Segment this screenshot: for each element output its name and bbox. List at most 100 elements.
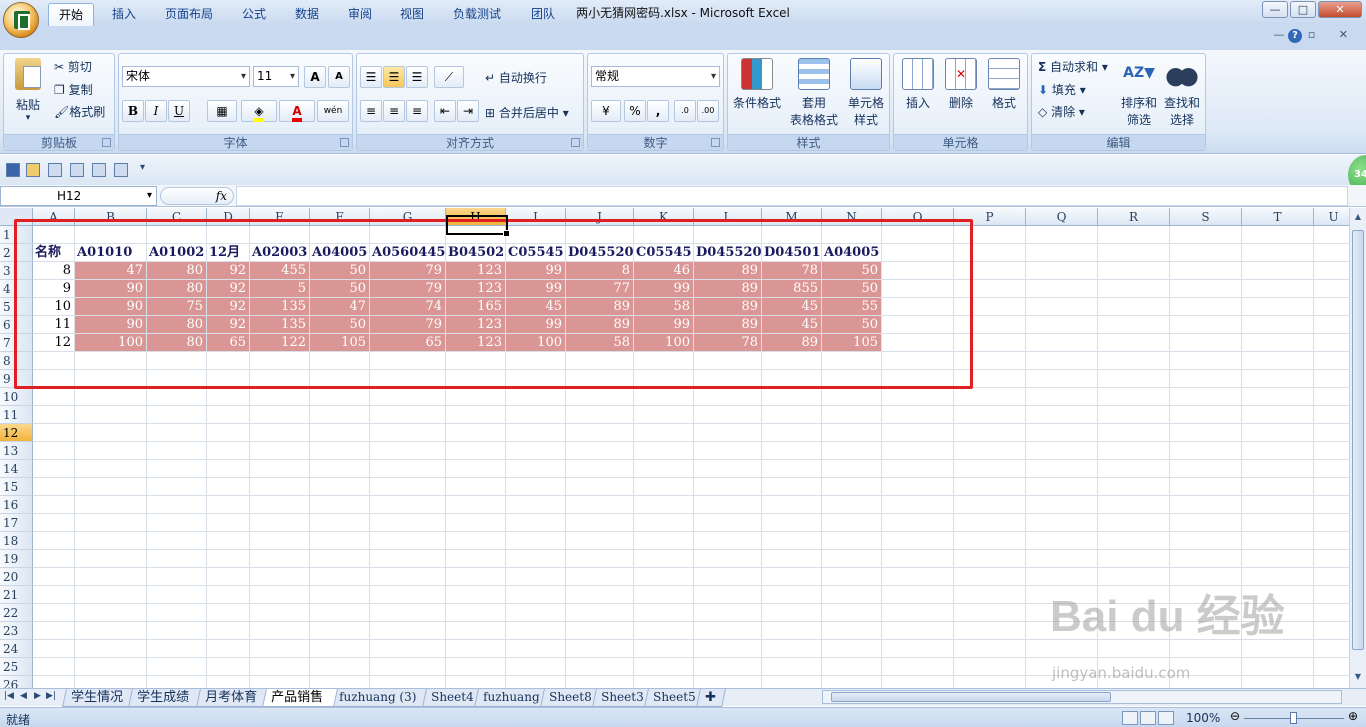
cell-e2[interactable]: A02003 (250, 244, 310, 262)
cell-g4[interactable]: 79 (370, 280, 446, 298)
clipboard-launcher-icon[interactable] (102, 138, 111, 147)
column-header-g[interactable]: G (370, 208, 446, 226)
cell-a7[interactable]: 12 (33, 334, 75, 352)
column-header-k[interactable]: K (634, 208, 694, 226)
font-color-button[interactable]: A (279, 100, 315, 122)
cell-j4[interactable]: 77 (566, 280, 634, 298)
zoom-slider-knob[interactable] (1290, 712, 1297, 724)
first-sheet-icon[interactable]: |◀ (4, 691, 14, 701)
increase-indent-button[interactable]: ⇥ (457, 100, 479, 122)
copy-button[interactable]: ❐ 复制 (54, 81, 93, 98)
scroll-down-icon[interactable]: ▼ (1352, 672, 1364, 684)
format-cells-button[interactable]: 格式 (983, 58, 1025, 111)
cell-a2[interactable]: 名称 (33, 244, 75, 262)
row-header-4[interactable]: 4 (0, 280, 33, 298)
cell-b4[interactable]: 90 (75, 280, 147, 298)
cell-e7[interactable]: 122 (250, 334, 310, 352)
delete-cells-button[interactable]: ✕ 删除 (940, 58, 982, 111)
cell-a6[interactable]: 11 (33, 316, 75, 334)
cell-k6[interactable]: 99 (634, 316, 694, 334)
cell-a4[interactable]: 9 (33, 280, 75, 298)
cell-f6[interactable]: 50 (310, 316, 370, 334)
row-header-18[interactable]: 18 (0, 532, 33, 550)
cell-c2[interactable]: A01002 (147, 244, 207, 262)
row-header-9[interactable]: 9 (0, 370, 33, 388)
column-header-f[interactable]: F (310, 208, 370, 226)
font-name-select[interactable]: 宋体 (122, 66, 250, 87)
cell-f4[interactable]: 50 (310, 280, 370, 298)
cell-e3[interactable]: 455 (250, 262, 310, 280)
cell-i3[interactable]: 99 (506, 262, 566, 280)
cell-d5[interactable]: 92 (207, 298, 250, 316)
row-header-19[interactable]: 19 (0, 550, 33, 568)
cell-n2[interactable]: A04005 (822, 244, 882, 262)
cell-m2[interactable]: D04501 (762, 244, 822, 262)
sheet-tab-4[interactable]: fuzhuang (3) (330, 689, 430, 707)
print-preview-icon[interactable] (70, 163, 84, 177)
row-header-14[interactable]: 14 (0, 460, 33, 478)
row-header-5[interactable]: 5 (0, 298, 33, 316)
column-header-i[interactable]: I (506, 208, 566, 226)
cell-d2[interactable]: 12月 (207, 244, 250, 262)
sheet-tab-9[interactable]: Sheet5 (644, 689, 704, 707)
borders-button[interactable]: ▦ (207, 100, 237, 122)
decrease-decimal-button[interactable]: .00 (697, 100, 719, 122)
cell-a5[interactable]: 10 (33, 298, 75, 316)
column-header-j[interactable]: J (566, 208, 634, 226)
active-cell-cursor[interactable] (446, 215, 510, 237)
cell-g3[interactable]: 79 (370, 262, 446, 280)
cell-n7[interactable]: 105 (822, 334, 882, 352)
tab-home[interactable]: 开始 (48, 3, 95, 26)
row-header-21[interactable]: 21 (0, 586, 33, 604)
tab-team[interactable]: 团队 (521, 3, 565, 26)
row-header-25[interactable]: 25 (0, 658, 33, 676)
tab-insert[interactable]: 插入 (102, 3, 146, 26)
sheet-tab-1[interactable]: 学生成绩 (128, 689, 204, 707)
number-launcher-icon[interactable] (711, 138, 720, 147)
zoom-level[interactable]: 100% (1186, 711, 1220, 725)
cell-j2[interactable]: D045520 (566, 244, 634, 262)
cell-b7[interactable]: 100 (75, 334, 147, 352)
column-header-t[interactable]: T (1242, 208, 1314, 226)
insert-function-button[interactable]: fx (160, 187, 234, 205)
sheet-tab-7[interactable]: Sheet8 (540, 689, 600, 707)
cell-l7[interactable]: 78 (694, 334, 762, 352)
row-header-17[interactable]: 17 (0, 514, 33, 532)
conditional-formatting-button[interactable]: 条件格式 (731, 58, 783, 111)
cell-n6[interactable]: 50 (822, 316, 882, 334)
row-header-6[interactable]: 6 (0, 316, 33, 334)
cell-e4[interactable]: 5 (250, 280, 310, 298)
vertical-scrollbar[interactable]: ▲ ▼ (1349, 208, 1366, 688)
cell-j6[interactable]: 89 (566, 316, 634, 334)
autosum-button[interactable]: Σ 自动求和 ▾ (1038, 58, 1108, 75)
cell-m6[interactable]: 45 (762, 316, 822, 334)
cell-h7[interactable]: 123 (446, 334, 506, 352)
horizontal-scrollbar[interactable] (822, 690, 1342, 704)
cell-i5[interactable]: 45 (506, 298, 566, 316)
cell-b6[interactable]: 90 (75, 316, 147, 334)
row-header-22[interactable]: 22 (0, 604, 33, 622)
font-launcher-icon[interactable] (340, 138, 349, 147)
close-button[interactable]: ✕ (1318, 1, 1362, 18)
clear-button[interactable]: ◇ 清除 ▾ (1038, 103, 1085, 120)
alignment-launcher-icon[interactable] (571, 138, 580, 147)
sheet-tab-5[interactable]: Sheet4 (422, 689, 482, 707)
sheet-tab-6[interactable]: fuzhuang (474, 689, 548, 707)
align-top-button[interactable]: ☰ (360, 66, 382, 88)
zoom-slider[interactable]: ⊖ ⊕ (1230, 709, 1360, 724)
document-window-controls[interactable]: — ▫ ✕ (1273, 28, 1358, 41)
cell-c7[interactable]: 80 (147, 334, 207, 352)
name-box[interactable]: H12 (0, 186, 157, 206)
insert-cells-button[interactable]: 插入 (897, 58, 939, 111)
pivot-table-icon[interactable] (92, 163, 106, 177)
grow-font-button[interactable]: A (304, 66, 326, 88)
row-header-13[interactable]: 13 (0, 442, 33, 460)
format-painter-button[interactable]: 🖌格式刷 (54, 103, 105, 120)
cell-h2[interactable]: B04502 (446, 244, 506, 262)
cell-c5[interactable]: 75 (147, 298, 207, 316)
tab-data[interactable]: 数据 (285, 3, 329, 26)
save-icon[interactable] (6, 163, 20, 177)
cell-n3[interactable]: 50 (822, 262, 882, 280)
column-header-p[interactable]: P (954, 208, 1026, 226)
bold-button[interactable]: B (122, 100, 144, 122)
